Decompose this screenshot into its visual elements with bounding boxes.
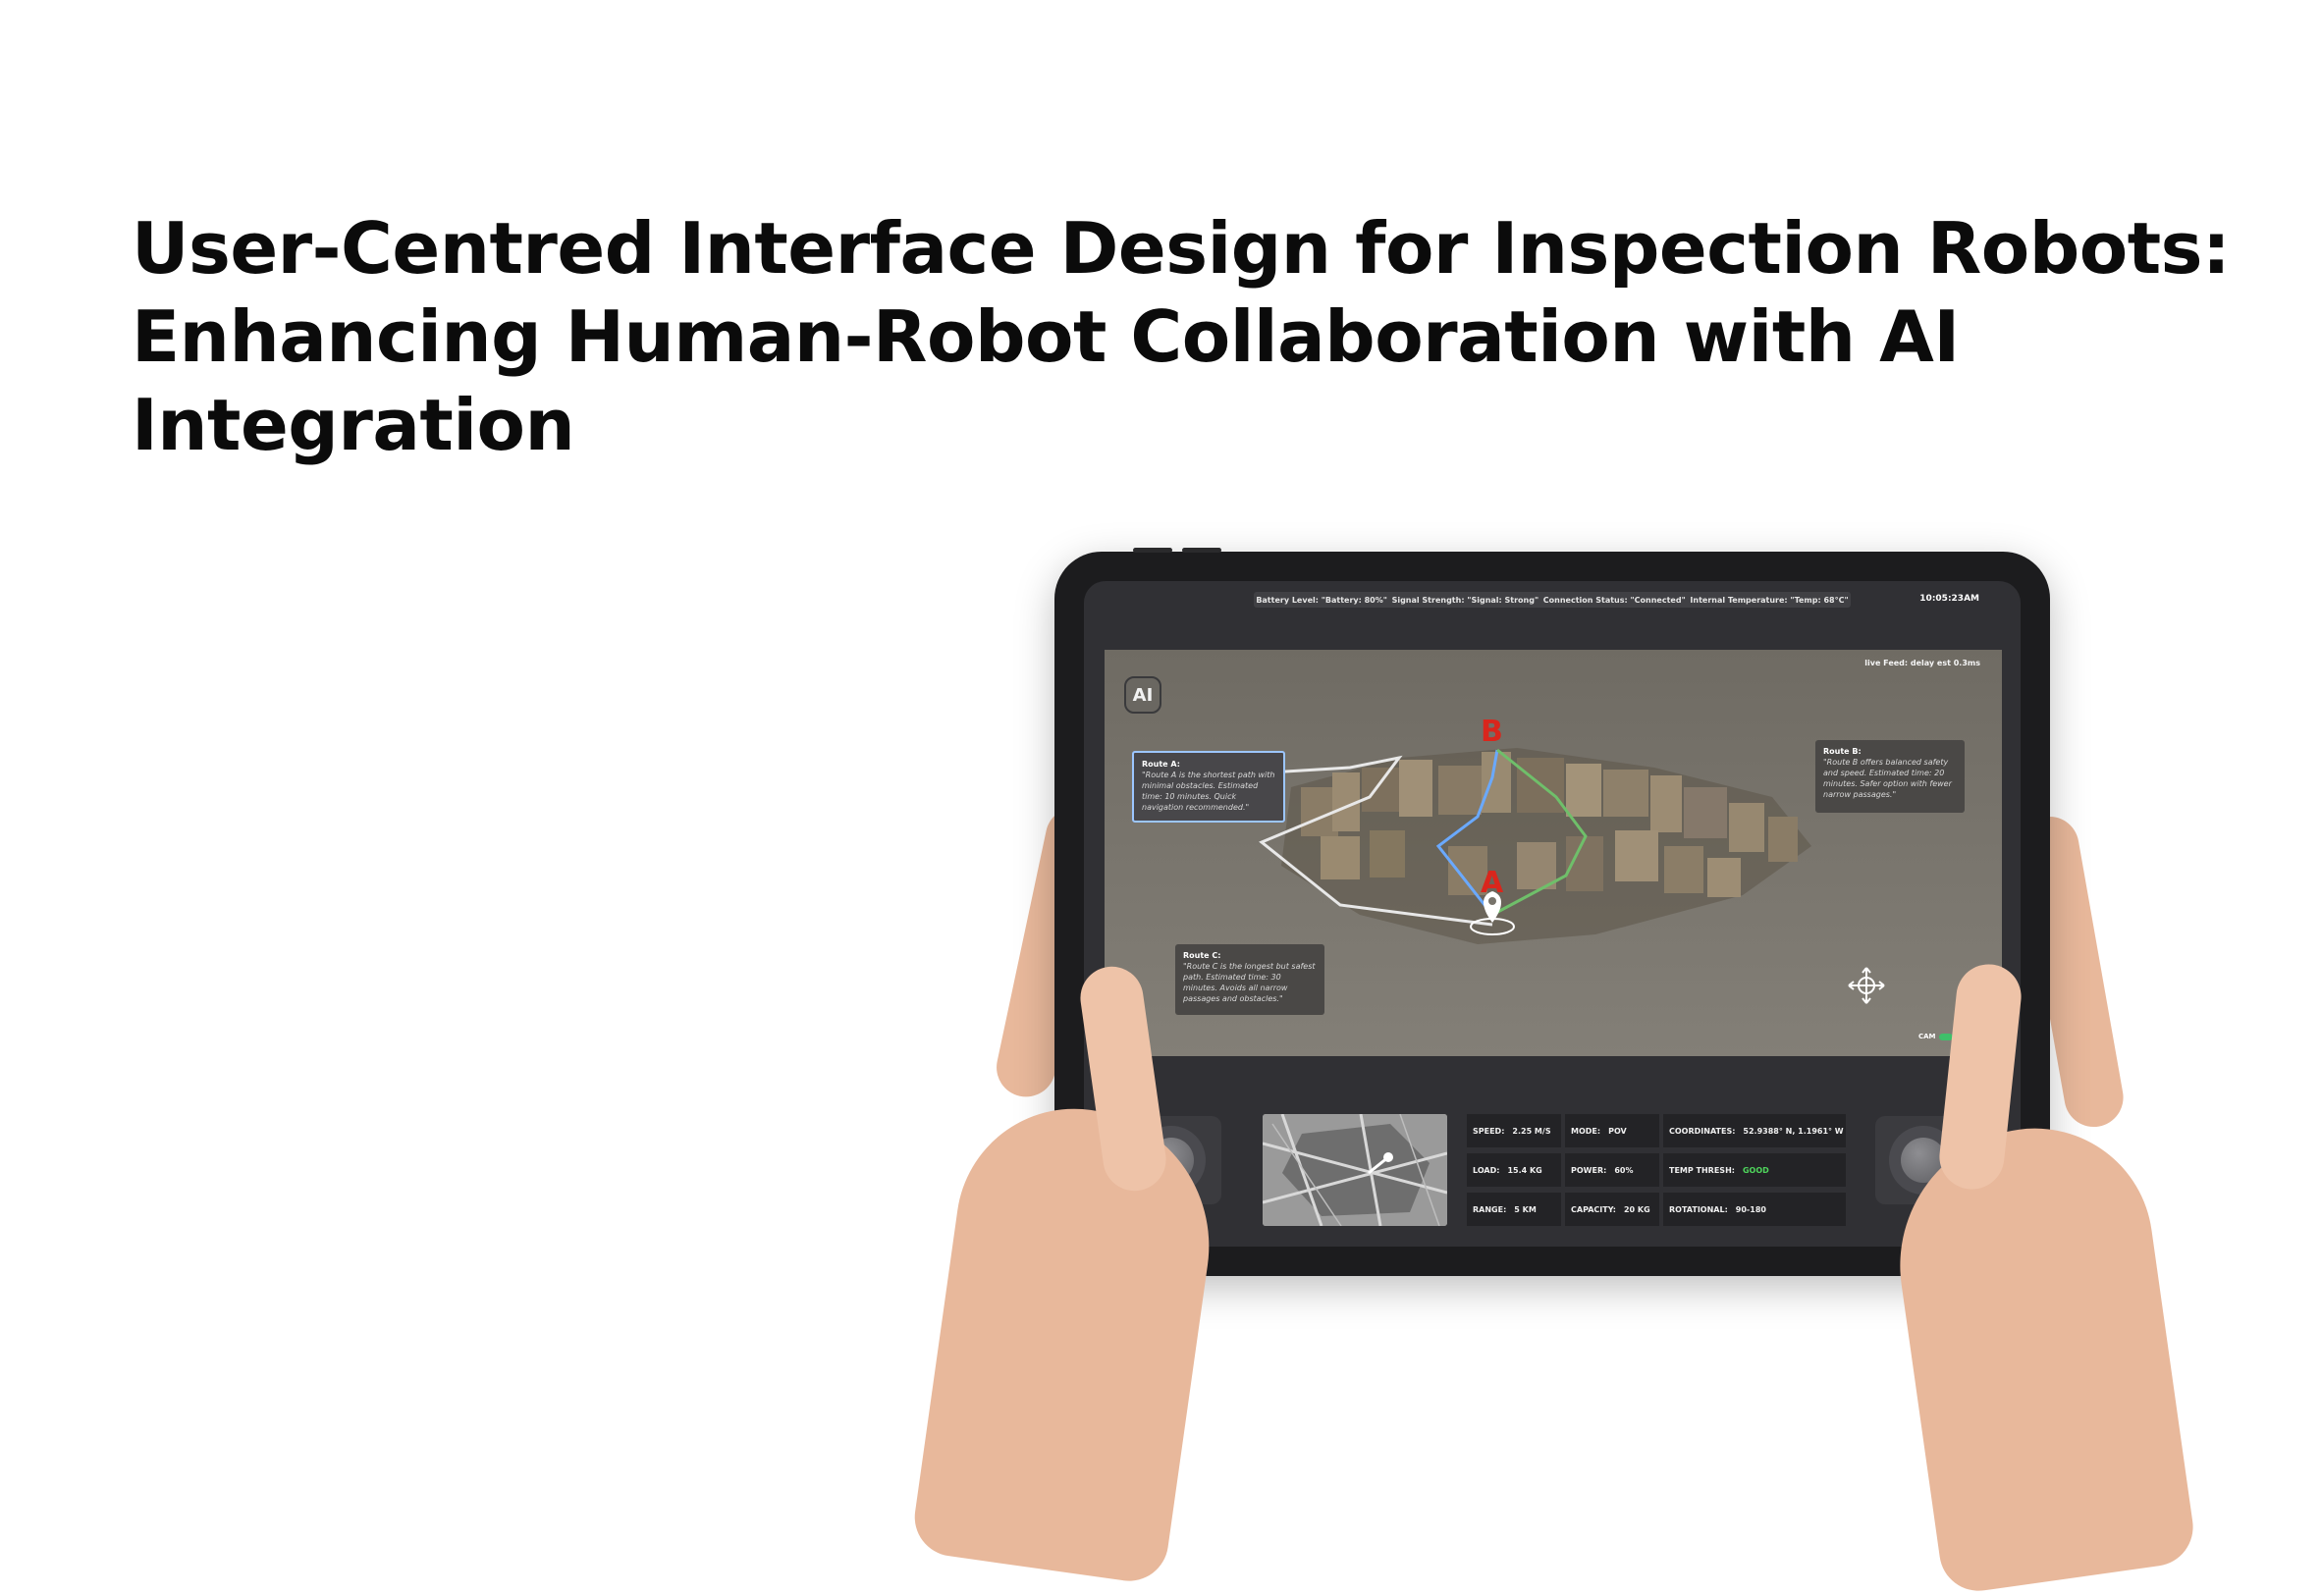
range-cell: RANGE: 5 KM (1467, 1193, 1561, 1226)
tablet-top-button (1133, 548, 1172, 553)
tablet-device: Battery Level: "Battery: 80%" Signal Str… (1054, 548, 2050, 1276)
capacity-label: CAPACITY: (1571, 1204, 1616, 1214)
cam-toggle-group[interactable]: CAM (1918, 1033, 1953, 1040)
route-a-title: Route A: (1142, 760, 1180, 769)
range-label: RANGE: (1473, 1204, 1507, 1214)
page-headline: User-Centred Interface Design for Inspec… (132, 204, 2242, 469)
cam-toggle[interactable] (1938, 1033, 1953, 1040)
status-strip: Battery Level: "Battery: 80%" Signal Str… (1254, 592, 1851, 608)
headline-line-3: Integration (132, 384, 575, 466)
route-b-description: "Route B offers balanced safety and spee… (1823, 758, 1952, 799)
status-top-bar: Battery Level: "Battery: 80%" Signal Str… (1084, 581, 2021, 632)
mode-label: MODE: (1571, 1126, 1601, 1136)
battery-status: Battery Level: "Battery: 80%" (1256, 595, 1387, 605)
marker-b: B (1481, 715, 1503, 749)
rotational-label: ROTATIONAL: (1669, 1204, 1728, 1214)
route-b-card[interactable]: Route B: "Route B offers balanced safety… (1815, 740, 1965, 813)
mode-cell: MODE: POV (1565, 1114, 1659, 1147)
live-feed-view[interactable]: live Feed: delay est 0.3ms AI Route A: "… (1105, 650, 2002, 1056)
load-cell: LOAD: 15.4 KG (1467, 1153, 1561, 1187)
coordinates-cell: COORDINATES: 52.9388° N, 1.1961° W (1663, 1114, 1846, 1147)
rotational-cell: ROTATIONAL: 90-180 (1663, 1193, 1846, 1226)
route-c-title: Route C: (1183, 951, 1221, 960)
range-value: 5 KM (1514, 1204, 1537, 1214)
temperature-status: Internal Temperature: "Temp: 68°C" (1690, 595, 1849, 605)
route-c-card[interactable]: Route C: "Route C is the longest but saf… (1175, 944, 1324, 1015)
temp-thresh-cell: TEMP THRESH: GOOD (1663, 1153, 1846, 1187)
route-a-card[interactable]: Route A: "Route A is the shortest path w… (1132, 751, 1285, 823)
clock: 10:05:23AM (1919, 594, 1979, 604)
coordinates-label: COORDINATES: (1669, 1126, 1736, 1136)
temp-thresh-label: TEMP THRESH: (1669, 1165, 1735, 1175)
tablet-top-button-2 (1182, 548, 1221, 553)
mini-map-graphic (1263, 1114, 1447, 1226)
route-b-title: Route B: (1823, 747, 1862, 756)
connection-status: Connection Status: "Connected" (1542, 595, 1686, 605)
cam-label: CAM (1918, 1033, 1936, 1040)
load-label: LOAD: (1473, 1165, 1500, 1175)
route-a-description: "Route A is the shortest path with minim… (1142, 771, 1275, 812)
right-hand-palm (1882, 1113, 2198, 1596)
tablet-screen: Battery Level: "Battery: 80%" Signal Str… (1084, 581, 2021, 1247)
telemetry-grid: SPEED: 2.25 M/S MODE: POV COORDINATES: 5… (1467, 1114, 1846, 1226)
left-hand-palm (909, 1093, 1227, 1586)
headline-line-2: Enhancing Human-Robot Collaboration with… (132, 295, 1960, 378)
capacity-value: 20 KG (1623, 1204, 1650, 1214)
capacity-cell: CAPACITY: 20 KG (1565, 1193, 1659, 1226)
ai-assistant-button[interactable]: AI (1124, 676, 1161, 714)
control-panel: SPEED: 2.25 M/S MODE: POV COORDINATES: 5… (1084, 1077, 2021, 1247)
rotational-value: 90-180 (1735, 1204, 1766, 1214)
route-c-description: "Route C is the longest but safest path.… (1183, 962, 1316, 1003)
mini-map[interactable] (1263, 1114, 1447, 1226)
power-cell: POWER: 60% (1565, 1153, 1659, 1187)
load-value: 15.4 KG (1507, 1165, 1542, 1175)
navigation-compass-icon[interactable] (1845, 964, 1888, 1007)
power-label: POWER: (1571, 1165, 1607, 1175)
coordinates-value: 52.9388° N, 1.1961° W (1743, 1126, 1844, 1136)
speed-label: SPEED: (1473, 1126, 1505, 1136)
power-value: 60% (1614, 1165, 1634, 1175)
speed-value: 2.25 M/S (1512, 1126, 1551, 1136)
mode-value: POV (1608, 1126, 1627, 1136)
live-feed-label: live Feed: delay est 0.3ms (1864, 659, 1980, 667)
marker-a: A (1481, 866, 1504, 900)
signal-status: Signal Strength: "Signal: Strong" (1391, 595, 1539, 605)
headline-line-1: User-Centred Interface Design for Inspec… (132, 207, 2231, 290)
temp-thresh-value: GOOD (1742, 1165, 1769, 1175)
speed-cell: SPEED: 2.25 M/S (1467, 1114, 1561, 1147)
